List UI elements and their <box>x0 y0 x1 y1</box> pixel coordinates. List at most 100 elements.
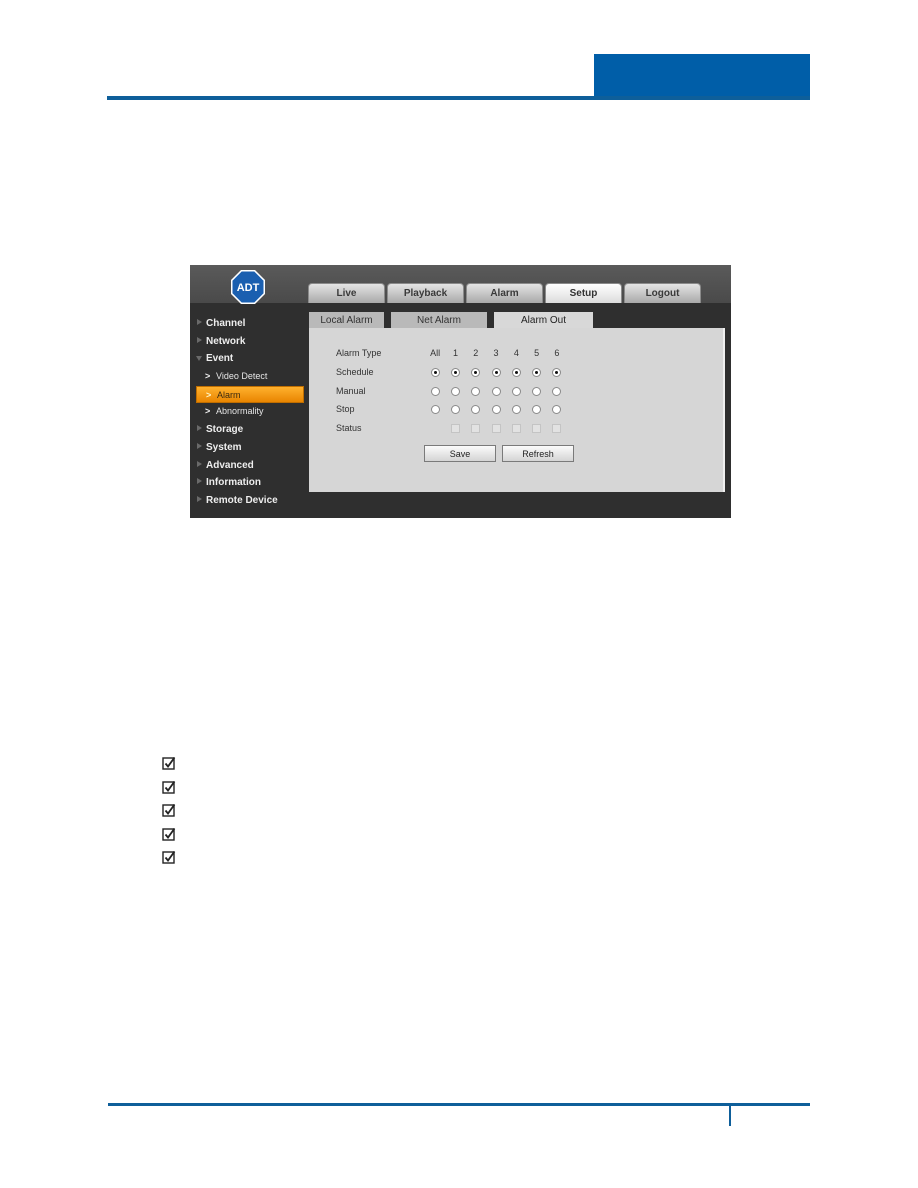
logo-text: ADT <box>237 282 260 294</box>
radio-cell <box>547 404 567 414</box>
sidebar-item-label: Storage <box>206 424 244 436</box>
manual-row: Manual <box>336 384 567 398</box>
sidebar-item-storage[interactable]: Storage <box>190 421 308 439</box>
radio-cell <box>425 386 445 396</box>
dvr-web-ui-screenshot: ADT Live Playback Alarm Setup Logout Cha… <box>190 265 731 518</box>
radio-manual-1[interactable] <box>450 386 460 396</box>
radio-manual-3[interactable] <box>491 386 501 396</box>
sidebar-subitem-alarm[interactable]: > Alarm <box>196 385 304 404</box>
row-label: Stop <box>336 404 355 414</box>
status-row: Status <box>336 421 567 435</box>
radio-manual-4[interactable] <box>511 386 521 396</box>
tab-logout[interactable]: Logout <box>624 283 701 303</box>
tab-alarm[interactable]: Alarm <box>466 283 543 303</box>
tab-alarm-out[interactable]: Alarm Out <box>494 312 593 328</box>
radio-cell <box>506 367 526 377</box>
collapsed-arrow-icon <box>197 425 202 432</box>
column-header: 2 <box>473 348 479 358</box>
sidebar-subitem-abnormality[interactable]: > Abnormality <box>190 403 308 421</box>
sidebar: Channel Network Event > Video Detect > Ala… <box>190 315 308 510</box>
radio-cell <box>526 404 546 414</box>
radio-schedule-6[interactable] <box>552 367 562 377</box>
sidebar-item-label: System <box>206 441 242 453</box>
column-header: All <box>430 348 441 358</box>
radio-cell <box>445 367 465 377</box>
radio-cell <box>466 367 486 377</box>
radio-manual-all[interactable] <box>430 386 440 396</box>
status-indicator-6 <box>552 423 562 433</box>
checklist <box>162 756 176 874</box>
header-accent-block <box>594 54 810 100</box>
sidebar-item-label: Alarm <box>217 389 241 400</box>
footer-rule <box>108 1103 810 1106</box>
chevron-right-icon: > <box>205 406 211 417</box>
chevron-right-icon: > <box>205 371 211 382</box>
radio-schedule-all[interactable] <box>430 367 440 377</box>
status-indicator-3 <box>491 423 501 433</box>
radio-stop-4[interactable] <box>511 404 521 414</box>
radio-cell <box>506 386 526 396</box>
radio-schedule-5[interactable] <box>532 367 542 377</box>
collapsed-arrow-icon <box>197 319 202 325</box>
expanded-arrow-icon <box>196 356 202 362</box>
radio-cell <box>445 386 465 396</box>
radio-cell <box>425 404 445 414</box>
sidebar-item-remote-device[interactable]: Remote Device <box>190 492 308 510</box>
status-cell <box>547 423 567 433</box>
radio-schedule-1[interactable] <box>450 367 460 377</box>
radio-cell <box>486 386 506 396</box>
radio-stop-2[interactable] <box>471 404 481 414</box>
status-indicator-5 <box>532 423 542 433</box>
row-label: Manual <box>336 386 366 396</box>
status-indicator-2 <box>471 423 481 433</box>
row-label: Status <box>336 423 362 433</box>
row-label: Schedule <box>336 367 374 377</box>
radio-stop-1[interactable] <box>450 404 460 414</box>
collapsed-arrow-icon <box>197 442 202 449</box>
checked-box-icon <box>162 780 176 794</box>
sidebar-item-advanced[interactable]: Advanced <box>190 457 308 475</box>
checked-box-icon <box>162 756 176 770</box>
radio-schedule-4[interactable] <box>511 367 521 377</box>
radio-manual-5[interactable] <box>532 386 542 396</box>
sidebar-item-label: Advanced <box>206 459 254 471</box>
radio-schedule-2[interactable] <box>471 367 481 377</box>
checked-box-icon <box>162 804 176 817</box>
radio-schedule-3[interactable] <box>491 367 501 377</box>
sidebar-item-channel[interactable]: Channel <box>190 315 308 333</box>
adt-logo-icon: ADT <box>231 270 265 304</box>
stop-row: Stop <box>336 402 567 416</box>
status-cell <box>526 423 546 433</box>
radio-stop-6[interactable] <box>552 404 562 414</box>
tab-playback[interactable]: Playback <box>387 283 464 303</box>
radio-manual-2[interactable] <box>471 386 481 396</box>
refresh-button[interactable]: Refresh <box>502 445 574 462</box>
sidebar-item-label: Video Detect <box>216 371 268 382</box>
sidebar-item-information[interactable]: Information <box>190 474 308 492</box>
column-header: 1 <box>452 348 458 358</box>
column-header: 3 <box>493 348 499 358</box>
radio-stop-3[interactable] <box>491 404 501 414</box>
sidebar-subitem-video-detect[interactable]: > Video Detect <box>190 368 308 386</box>
status-indicator-4 <box>511 423 521 433</box>
tab-setup[interactable]: Setup <box>545 283 622 303</box>
radio-cell <box>466 404 486 414</box>
checked-box-icon <box>162 827 176 841</box>
tab-live[interactable]: Live <box>308 283 385 303</box>
tab-net-alarm[interactable]: Net Alarm <box>391 312 487 328</box>
radio-cell <box>547 367 567 377</box>
sidebar-item-system[interactable]: System <box>190 439 308 457</box>
radio-stop-all[interactable] <box>430 404 440 414</box>
header-rule <box>107 96 810 100</box>
footer-page-divider <box>729 1104 731 1126</box>
radio-manual-6[interactable] <box>552 386 562 396</box>
sidebar-item-event[interactable]: Event <box>190 350 308 368</box>
status-cell <box>506 423 526 433</box>
tab-local-alarm[interactable]: Local Alarm <box>309 312 384 328</box>
sidebar-item-label: Abnormality <box>216 406 264 417</box>
save-button[interactable]: Save <box>424 445 496 462</box>
main-tabs: Live Playback Alarm Setup Logout <box>308 283 701 303</box>
sidebar-item-network[interactable]: Network <box>190 333 308 351</box>
radio-stop-5[interactable] <box>532 404 542 414</box>
radio-cell <box>506 404 526 414</box>
